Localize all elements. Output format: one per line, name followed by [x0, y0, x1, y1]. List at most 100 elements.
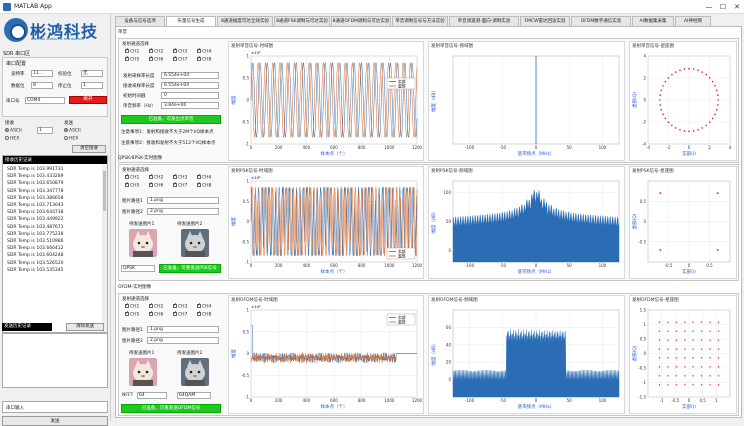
- channel-checkbox-ch3[interactable]: CH3: [173, 302, 187, 310]
- open-serial-button[interactable]: 断开: [69, 96, 107, 104]
- constellation-point: [717, 330, 720, 332]
- constellation-point: [679, 129, 681, 131]
- nfft-select[interactable]: 64: [137, 392, 167, 399]
- channel-checkbox-ch1[interactable]: CH1: [125, 173, 139, 181]
- channel-checkbox-ch2[interactable]: CH2: [149, 302, 163, 310]
- tab-5[interactable]: 单音调制信号与方法实验: [392, 16, 448, 26]
- serial-input[interactable]: 串口输入: [2, 401, 108, 413]
- x-tick-label: -100: [465, 145, 475, 150]
- ofdm-img2-input[interactable]: 2.png: [147, 337, 219, 344]
- send-ascii-radio[interactable]: ASCII: [64, 128, 81, 134]
- qpsk-mod-select[interactable]: QPSK: [121, 265, 155, 272]
- qpsk-freq-title: 发射PSK信号-频域图: [431, 169, 473, 174]
- x-tick-label: 1000: [384, 263, 395, 268]
- single-field-input[interactable]: 6.554e+04: [161, 72, 219, 79]
- constellation-point: [659, 104, 661, 106]
- tab-2[interactable]: 8通道幅度可达全效实验: [217, 16, 273, 26]
- y-tick-label: -1: [642, 380, 646, 385]
- constellation-point: [711, 80, 714, 83]
- channel-checkbox-ch3[interactable]: CH3: [173, 173, 187, 181]
- channel-checkbox-ch1[interactable]: CH1: [125, 47, 139, 55]
- channel-checkbox-ch6[interactable]: CH6: [149, 310, 163, 318]
- channel-checkbox-ch1[interactable]: CH1: [125, 302, 139, 310]
- scroll-thumb[interactable]: [103, 171, 106, 211]
- channel-checkbox-ch6[interactable]: CH6: [149, 181, 163, 189]
- ofdm-status-button[interactable]: 已准备，可重发送OFDM信号: [121, 404, 221, 413]
- tab-1[interactable]: 矢量信号生成: [166, 16, 216, 26]
- single-field-input[interactable]: 0: [161, 92, 219, 99]
- channel-checkbox-ch5[interactable]: CH5: [125, 181, 139, 189]
- main-panel: 单音 发射通道选择 CH1CH2CH3CH4CH5CH6CH7CH8 发射采样率…: [115, 26, 742, 418]
- ofdm-img1-input[interactable]: 1.png: [147, 326, 219, 333]
- y-axis-label: 幅度（dB）: [430, 88, 437, 112]
- single-field-input[interactable]: 3.84e+06: [161, 102, 219, 109]
- channel-checkbox-ch7[interactable]: CH7: [173, 310, 187, 318]
- maximize-button[interactable]: ☐: [716, 2, 730, 12]
- clear-send-button[interactable]: 清除发送: [66, 323, 104, 331]
- constellation-point: [716, 192, 719, 195]
- recv-count-spinner[interactable]: 1: [37, 127, 53, 134]
- recv-hex-radio[interactable]: HEX: [5, 136, 19, 142]
- tab-4[interactable]: 8通道OFDM调制与可达实验: [331, 16, 391, 26]
- channel-checkbox-ch6[interactable]: CH6: [149, 55, 163, 63]
- tab-7[interactable]: FMCW雷达回波实验: [520, 16, 570, 26]
- channel-checkbox-ch4[interactable]: CH4: [197, 47, 211, 55]
- send-log-area[interactable]: [2, 333, 108, 388]
- baud-select[interactable]: 11...: [31, 70, 53, 77]
- x-tick-label: -0.5: [665, 263, 673, 268]
- cat-picture: [133, 360, 153, 386]
- channel-checkbox-ch8[interactable]: CH8: [197, 55, 211, 63]
- channel-checkbox-ch8[interactable]: CH8: [197, 181, 211, 189]
- checkbox-icon: [125, 310, 129, 316]
- x-tick-label: 2: [708, 145, 711, 150]
- tab-10[interactable]: AI神经网: [675, 16, 711, 26]
- tab-8[interactable]: OFDM数字通信实验: [571, 16, 631, 26]
- channel-checkbox-ch3[interactable]: CH3: [173, 47, 187, 55]
- clear-recv-button[interactable]: 清空接收: [72, 145, 106, 153]
- x-tick-label: 0: [535, 398, 538, 403]
- qpsk-img2-label: 图片路径2: [122, 210, 143, 215]
- stop-bits-select[interactable]: 1: [81, 82, 103, 89]
- single-status-button[interactable]: 已准备，可发出点单音: [121, 115, 221, 124]
- channel-checkbox-ch8[interactable]: CH8: [197, 310, 211, 318]
- channel-checkbox-ch4[interactable]: CH4: [197, 173, 211, 181]
- channel-checkbox-ch4[interactable]: CH4: [197, 302, 211, 310]
- qpsk-status-button[interactable]: 已准备，可重发送PSK信号: [159, 264, 221, 273]
- single-field-label: 单音频率（Hz）: [123, 104, 156, 109]
- data-bits-select[interactable]: 8: [31, 82, 53, 89]
- constellation-point: [664, 80, 667, 83]
- channel-checkbox-ch5[interactable]: CH5: [125, 55, 139, 63]
- matlab-app-icon: [3, 3, 11, 11]
- x-tick-label: 1200: [412, 145, 423, 150]
- x-tick-label: 100: [599, 145, 607, 150]
- constellation-point: [667, 121, 670, 123]
- send-button[interactable]: 发送: [2, 416, 108, 426]
- recv-log-line: SDR Temp is 103.433289: [7, 174, 64, 180]
- channel-checkbox-ch2[interactable]: CH2: [149, 47, 163, 55]
- tab-0[interactable]: 设备与信号选项: [115, 16, 165, 26]
- recv-log-scrollbar[interactable]: [102, 165, 107, 332]
- channel-checkbox-ch7[interactable]: CH7: [173, 55, 187, 63]
- send-hex-radio[interactable]: HEX: [64, 136, 78, 142]
- channel-checkbox-ch7[interactable]: CH7: [173, 181, 187, 189]
- single-field-input[interactable]: 6.554e+04: [161, 82, 219, 89]
- port-select[interactable]: COM4: [25, 97, 65, 104]
- channel-checkbox-ch5[interactable]: CH5: [125, 310, 139, 318]
- qpsk-section-title: QPSK/8PSK-实时图像: [118, 156, 163, 161]
- minimize-button[interactable]: —: [702, 2, 716, 12]
- constellation-point: [658, 330, 661, 332]
- qpsk-img2-input[interactable]: 2.png: [147, 208, 219, 215]
- legend-imag-label: 虚部: [398, 84, 406, 89]
- checkbox-icon: [173, 55, 177, 61]
- qam-select[interactable]: 64QAM: [177, 392, 211, 399]
- recv-ascii-radio[interactable]: ASCII: [5, 128, 22, 134]
- x-axis-label: 基带频点（MHz）: [518, 268, 555, 275]
- constellation-point: [700, 357, 703, 359]
- qpsk-img1-input[interactable]: 1.png: [147, 197, 219, 204]
- tab-6[interactable]: 单音调遥测-面向-调制实验: [449, 16, 519, 26]
- close-button[interactable]: ✕: [730, 2, 744, 12]
- channel-checkbox-ch2[interactable]: CH2: [149, 173, 163, 181]
- tab-3[interactable]: 8通道FSK调制与可达实验: [274, 16, 330, 26]
- tab-9[interactable]: AI数据集采集: [632, 16, 674, 26]
- check-select[interactable]: 无: [81, 70, 103, 77]
